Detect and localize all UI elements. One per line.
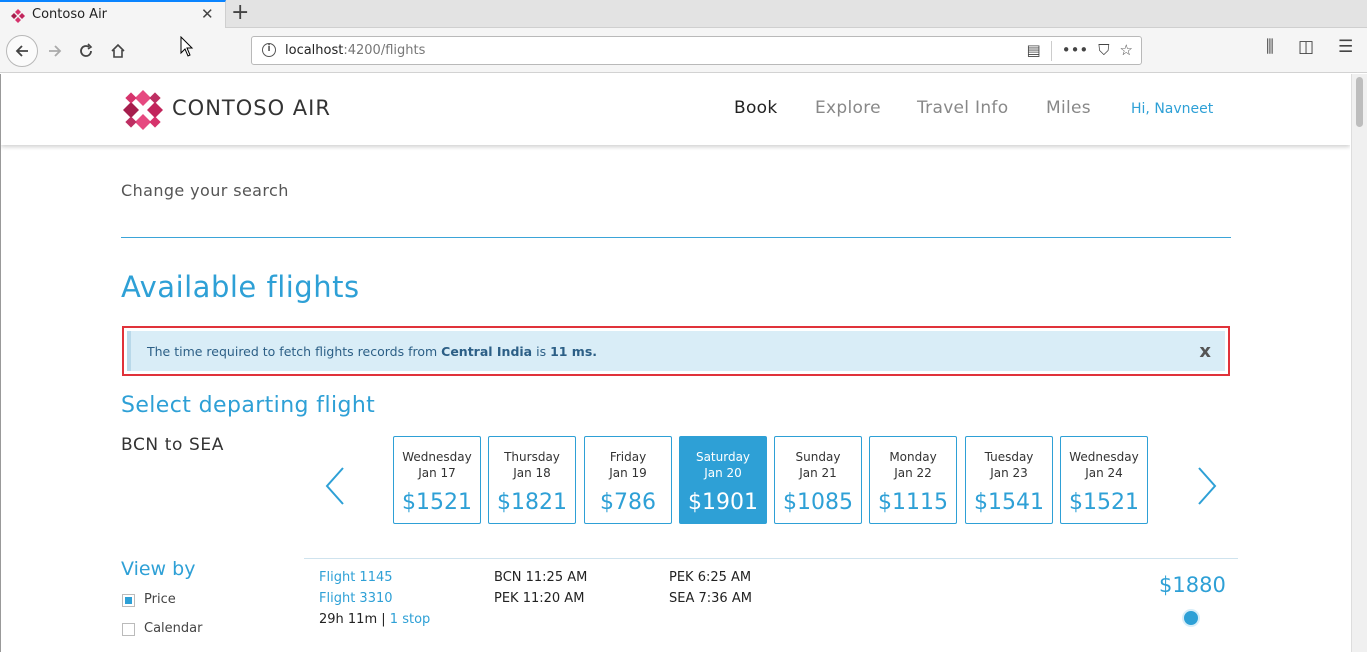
price-checkbox[interactable] xyxy=(122,594,135,607)
scroll-thumb[interactable] xyxy=(1356,77,1363,127)
contoso-logo-icon[interactable] xyxy=(121,88,165,132)
segment-departure: BCN 11:25 AM xyxy=(494,570,588,585)
day-price: $1521 xyxy=(1069,490,1139,515)
day-date: Jan 24 xyxy=(1085,466,1123,480)
chevron-right-icon[interactable] xyxy=(1193,466,1219,506)
day-card-selected[interactable]: Saturday Jan 20 $1901 xyxy=(679,436,767,524)
nav-book[interactable]: Book xyxy=(734,98,778,118)
alert-close-button[interactable]: x xyxy=(1199,341,1211,362)
stops-link[interactable]: 1 stop xyxy=(390,612,430,627)
day-date: Jan 21 xyxy=(799,466,837,480)
nav-miles[interactable]: Miles xyxy=(1046,98,1091,118)
change-search-link[interactable]: Change your search xyxy=(121,181,289,200)
site-info-icon[interactable]: i xyxy=(262,43,276,57)
contoso-favicon-icon xyxy=(11,9,25,23)
address-bar[interactable]: i localhost:4200/flights ▤ ••• ⛉ ☆ xyxy=(251,36,1142,65)
day-name: Monday xyxy=(889,450,937,464)
day-card[interactable]: Tuesday Jan 23 $1541 xyxy=(965,436,1053,524)
chevron-left-icon[interactable] xyxy=(323,466,349,506)
price-option-label[interactable]: Price xyxy=(144,592,176,607)
day-card[interactable]: Sunday Jan 21 $1085 xyxy=(774,436,862,524)
segment-arrival: SEA 7:36 AM xyxy=(669,591,752,606)
calendar-checkbox[interactable] xyxy=(122,623,135,636)
page-title: Available flights xyxy=(121,270,360,304)
day-card[interactable]: Friday Jan 19 $786 xyxy=(584,436,672,524)
day-name: Saturday xyxy=(695,450,751,464)
url-separator xyxy=(1050,41,1052,61)
logo-text[interactable]: CONTOSO AIR xyxy=(172,96,331,120)
segment-arrival: PEK 6:25 AM xyxy=(669,570,752,585)
library-icon[interactable]: ⫼ xyxy=(1266,37,1274,57)
day-name: Wednesday xyxy=(402,450,472,464)
page-actions-icon[interactable]: ••• xyxy=(1062,41,1089,61)
day-date: Jan 23 xyxy=(990,466,1028,480)
browser-toolbar: i localhost:4200/flights ▤ ••• ⛉ ☆ ⫼ ◫ ☰ xyxy=(0,28,1367,73)
flight-price: $1880 xyxy=(1159,573,1226,597)
calendar-option-label[interactable]: Calendar xyxy=(144,621,202,636)
day-date: Jan 19 xyxy=(609,466,647,480)
day-date: Jan 18 xyxy=(513,466,551,480)
home-icon[interactable] xyxy=(103,36,133,66)
day-date: Jan 17 xyxy=(418,466,456,480)
flight-link[interactable]: Flight 1145 xyxy=(319,570,393,585)
url-text[interactable]: localhost:4200/flights xyxy=(285,43,425,58)
tab-title: Contoso Air xyxy=(32,7,108,22)
day-price: $1521 xyxy=(402,490,472,515)
new-tab-icon[interactable]: + xyxy=(231,1,249,25)
nav-explore[interactable]: Explore xyxy=(815,98,881,118)
menu-icon[interactable]: ☰ xyxy=(1338,37,1353,57)
day-price: $1901 xyxy=(688,490,758,515)
segment-departure: PEK 11:20 AM xyxy=(494,591,585,606)
page-scrollbar[interactable] xyxy=(1351,74,1367,652)
flight-link[interactable]: Flight 3310 xyxy=(319,591,393,606)
reload-icon[interactable] xyxy=(71,36,101,66)
day-name: Thursday xyxy=(504,450,560,464)
view-by-heading: View by xyxy=(121,558,196,580)
forward-arrow-icon[interactable] xyxy=(40,36,70,66)
day-card[interactable]: Thursday Jan 18 $1821 xyxy=(488,436,576,524)
flight-duration: 29h 11m | 1 stop xyxy=(319,612,431,627)
sidebar-icon[interactable]: ◫ xyxy=(1298,37,1314,57)
day-price: $1821 xyxy=(497,490,567,515)
alert-message: The time required to fetch flights recor… xyxy=(147,344,598,359)
day-date: Jan 22 xyxy=(894,466,932,480)
day-price: $786 xyxy=(600,490,656,515)
page-viewport: CONTOSO AIR Book Explore Travel Info Mil… xyxy=(1,74,1350,652)
day-price: $1085 xyxy=(783,490,853,515)
day-card[interactable]: Wednesday Jan 24 $1521 xyxy=(1060,436,1148,524)
day-name: Tuesday xyxy=(984,450,1034,464)
reader-view-icon[interactable]: ▤ xyxy=(1027,41,1041,61)
tab-strip: Contoso Air ✕ + xyxy=(0,0,1367,29)
nav-travel-info[interactable]: Travel Info xyxy=(917,98,1008,118)
day-card[interactable]: Monday Jan 22 $1115 xyxy=(869,436,957,524)
browser-tab[interactable]: Contoso Air ✕ xyxy=(0,0,226,29)
user-greeting[interactable]: Hi, Navneet xyxy=(1131,101,1213,117)
select-flight-radio[interactable] xyxy=(1182,609,1200,627)
bookmark-star-icon[interactable]: ☆ xyxy=(1120,41,1133,61)
select-departing-heading: Select departing flight xyxy=(121,393,376,418)
day-name: Friday xyxy=(609,450,647,464)
close-tab-icon[interactable]: ✕ xyxy=(201,5,214,23)
day-date: Jan 20 xyxy=(704,466,742,480)
site-header: CONTOSO AIR Book Explore Travel Info Mil… xyxy=(1,74,1350,145)
pocket-icon[interactable]: ⛉ xyxy=(1098,41,1109,61)
day-card[interactable]: Wednesday Jan 17 $1521 xyxy=(393,436,481,524)
flight-list-divider xyxy=(304,558,1238,559)
mouse-cursor-icon xyxy=(180,36,194,57)
back-arrow-icon[interactable] xyxy=(6,35,38,67)
day-price: $1541 xyxy=(974,490,1044,515)
day-price: $1115 xyxy=(878,490,948,515)
day-name: Wednesday xyxy=(1069,450,1139,464)
day-name: Sunday xyxy=(795,450,841,464)
fetch-time-alert: The time required to fetch flights recor… xyxy=(122,326,1230,376)
divider xyxy=(121,237,1231,238)
route-label: BCN to SEA xyxy=(121,435,224,455)
